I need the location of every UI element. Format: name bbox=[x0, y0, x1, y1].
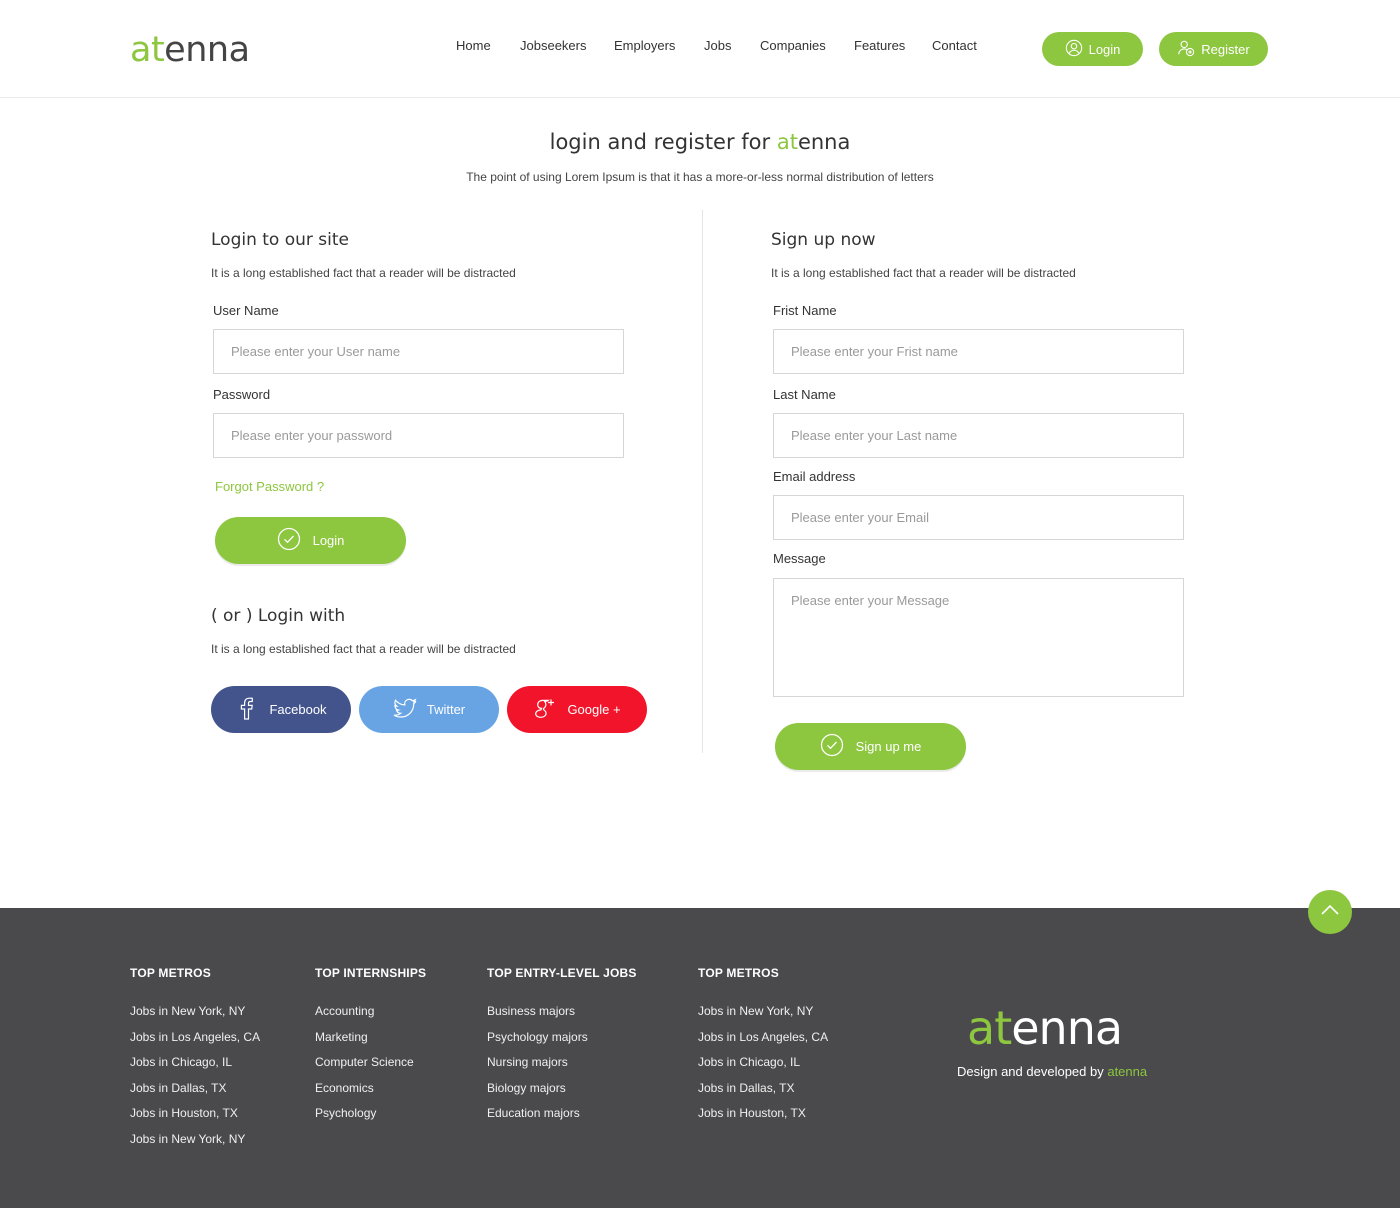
footer-logo[interactable]: atenna bbox=[967, 1000, 1123, 1056]
footer-column-heading: TOP INTERNSHIPS bbox=[315, 966, 427, 980]
signup-button[interactable]: Sign up me bbox=[775, 723, 966, 770]
footer-column-top-metros: TOP METROS Jobs in New York, NY Jobs in … bbox=[130, 966, 260, 1153]
footer-link[interactable]: Nursing majors bbox=[487, 1050, 637, 1076]
footer-link[interactable]: Psychology majors bbox=[487, 1025, 637, 1051]
page-title: login and register for atenna bbox=[549, 130, 851, 154]
signup-heading: Sign up now bbox=[771, 230, 876, 250]
chevron-up-icon bbox=[1318, 898, 1342, 927]
last-name-label: Last Name bbox=[773, 387, 836, 402]
footer-link[interactable]: Jobs in New York, NY bbox=[698, 999, 828, 1025]
footer-link[interactable]: Education majors bbox=[487, 1101, 637, 1127]
footer-link[interactable]: Jobs in Houston, TX bbox=[130, 1101, 260, 1127]
footer-column-heading: TOP METROS bbox=[698, 966, 779, 980]
first-name-label: Frist Name bbox=[773, 303, 837, 318]
social-login-heading: ( or ) Login with bbox=[211, 606, 346, 626]
email-input[interactable] bbox=[773, 495, 1184, 540]
footer-link[interactable]: Jobs in New York, NY bbox=[130, 1127, 260, 1153]
password-input[interactable] bbox=[213, 413, 624, 458]
username-input[interactable] bbox=[213, 329, 624, 374]
message-label: Message bbox=[773, 551, 826, 566]
footer-column-heading: TOP ENTRY-LEVEL JOBS bbox=[487, 966, 637, 980]
footer-column-top-metros-2: TOP METROS Jobs in New York, NY Jobs in … bbox=[698, 966, 828, 1127]
footer-link[interactable]: Jobs in Dallas, TX bbox=[698, 1076, 828, 1102]
nav-item-jobs[interactable]: Jobs bbox=[704, 38, 731, 53]
site-footer: TOP METROS Jobs in New York, NY Jobs in … bbox=[0, 908, 1400, 1208]
column-divider bbox=[702, 210, 703, 753]
footer-column-top-internships: TOP INTERNSHIPS Accounting Marketing Com… bbox=[315, 966, 426, 1127]
facebook-login-button[interactable]: Facebook bbox=[211, 686, 351, 733]
check-circle-icon bbox=[820, 733, 844, 760]
footer-link[interactable]: Jobs in Houston, TX bbox=[698, 1101, 828, 1127]
footer-link[interactable]: Economics bbox=[315, 1076, 426, 1102]
google-plus-login-button[interactable]: Google + bbox=[507, 686, 647, 733]
nav-item-features[interactable]: Features bbox=[854, 38, 905, 53]
footer-link[interactable]: Psychology bbox=[315, 1101, 426, 1127]
facebook-icon bbox=[235, 696, 259, 723]
nav-item-employers[interactable]: Employers bbox=[614, 38, 675, 53]
user-icon bbox=[1065, 39, 1083, 60]
password-label: Password bbox=[213, 387, 271, 402]
footer-link[interactable]: Jobs in Chicago, IL bbox=[130, 1050, 260, 1076]
login-button[interactable]: Login bbox=[215, 517, 406, 564]
footer-link[interactable]: Business majors bbox=[487, 999, 637, 1025]
footer-link[interactable]: Accounting bbox=[315, 999, 426, 1025]
scroll-to-top-button[interactable] bbox=[1308, 890, 1352, 934]
signup-description: It is a long established fact that a rea… bbox=[771, 266, 1076, 280]
check-circle-icon bbox=[277, 527, 301, 554]
nav-item-companies[interactable]: Companies bbox=[760, 38, 826, 53]
footer-credit: Design and developed by atenna bbox=[957, 1064, 1148, 1079]
footer-link[interactable]: Jobs in Los Angeles, CA bbox=[130, 1025, 260, 1051]
email-label: Email address bbox=[773, 469, 856, 484]
footer-link[interactable]: Jobs in Dallas, TX bbox=[130, 1076, 260, 1102]
first-name-input[interactable] bbox=[773, 329, 1184, 374]
footer-link[interactable]: Jobs in Chicago, IL bbox=[698, 1050, 828, 1076]
site-header: atenna Home Jobseekers Employers Jobs Co… bbox=[0, 0, 1400, 98]
last-name-input[interactable] bbox=[773, 413, 1184, 458]
header-login-button[interactable]: Login bbox=[1042, 32, 1143, 66]
forgot-password-link[interactable]: Forgot Password ? bbox=[215, 479, 324, 494]
footer-link[interactable]: Jobs in New York, NY bbox=[130, 999, 260, 1025]
footer-link[interactable]: Jobs in Los Angeles, CA bbox=[698, 1025, 828, 1051]
google-plus-icon bbox=[533, 696, 557, 723]
footer-column-entry-level-jobs: TOP ENTRY-LEVEL JOBS Business majors Psy… bbox=[487, 966, 637, 1127]
nav-item-jobseekers[interactable]: Jobseekers bbox=[520, 38, 586, 53]
add-user-icon bbox=[1177, 39, 1195, 60]
footer-link[interactable]: Computer Science bbox=[315, 1050, 426, 1076]
message-textarea[interactable] bbox=[773, 578, 1184, 697]
footer-link[interactable]: Biology majors bbox=[487, 1076, 637, 1102]
username-label: User Name bbox=[213, 303, 279, 318]
nav-item-home[interactable]: Home bbox=[456, 38, 491, 53]
nav-item-contact[interactable]: Contact bbox=[932, 38, 977, 53]
twitter-icon bbox=[393, 696, 417, 723]
header-register-button[interactable]: Register bbox=[1159, 32, 1268, 66]
login-heading: Login to our site bbox=[211, 230, 350, 250]
credit-brand-link[interactable]: atenna bbox=[1107, 1064, 1147, 1079]
footer-link[interactable]: Marketing bbox=[315, 1025, 426, 1051]
page-subtitle: The point of using Lorem Ipsum is that i… bbox=[466, 170, 934, 184]
twitter-login-button[interactable]: Twitter bbox=[359, 686, 499, 733]
footer-column-heading: TOP METROS bbox=[130, 966, 211, 980]
login-description: It is a long established fact that a rea… bbox=[211, 266, 516, 280]
social-login-description: It is a long established fact that a rea… bbox=[211, 642, 516, 656]
logo[interactable]: atenna bbox=[130, 28, 250, 72]
